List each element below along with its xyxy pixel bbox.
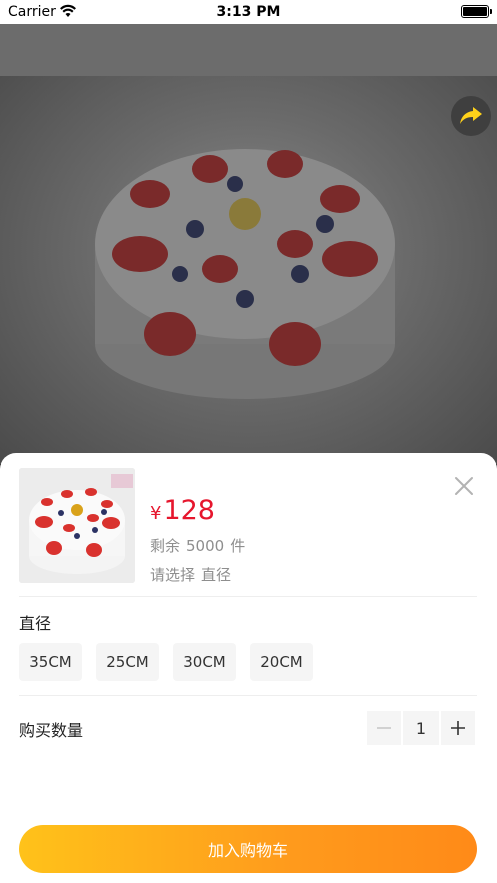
stock-label: 剩余 [150,537,181,555]
price-currency: ¥ [150,503,162,524]
divider [19,695,477,696]
spec-option[interactable]: 20CM [250,643,313,681]
select-hint-label: 请选择 [150,566,196,584]
share-button[interactable] [451,96,491,136]
spec-selection-sheet: ¥128 剩余 5000 件 请选择 直径 直径 35CM 25CM 30CM 20C… [0,453,497,883]
divider [19,596,477,597]
minus-icon [377,727,391,729]
add-to-cart-button[interactable]: 加入购物车 [19,825,477,873]
spec-options: 35CM 25CM 30CM 20CM [19,643,313,681]
decrease-button[interactable] [367,711,401,745]
select-hint-spec: 直径 [201,566,232,584]
product-thumbnail [19,468,135,583]
stock-count: 5000 [186,537,225,555]
plus-icon [451,721,465,735]
stock-unit: 件 [230,537,246,555]
price-amount: 128 [163,495,215,526]
spec-option[interactable]: 35CM [19,643,82,681]
share-arrow-icon [460,107,482,124]
select-hint: 请选择 直径 [150,564,231,585]
quantity-stepper: 1 [367,711,475,745]
spec-option[interactable]: 30CM [173,643,236,681]
stock-info: 剩余 5000 件 [150,535,245,556]
close-icon[interactable] [453,475,475,497]
battery-icon [461,5,492,18]
product-top-band [0,24,497,76]
price: ¥128 [150,495,215,526]
increase-button[interactable] [441,711,475,745]
quantity-label: 购买数量 [19,721,84,740]
product-image-area [0,24,497,464]
quantity-value[interactable]: 1 [403,711,439,745]
spec-title: 直径 [19,614,52,633]
cake-image [95,149,395,399]
status-time: 3:13 PM [216,4,281,20]
spec-option[interactable]: 25CM [96,643,159,681]
status-bar: Carrier 3:13 PM [0,0,497,24]
